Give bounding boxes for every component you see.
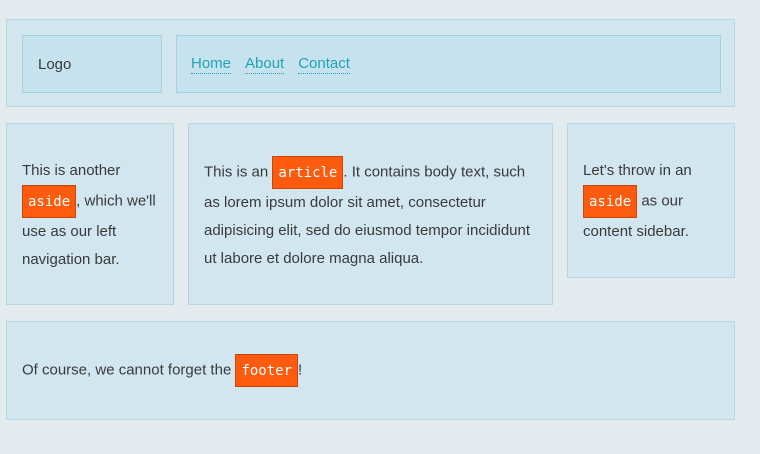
right-aside-panel: Let's throw in an aside as our content s…: [567, 123, 735, 278]
article-text-before: This is an: [204, 163, 273, 181]
right-aside-text-before: Let's throw in an: [583, 162, 692, 179]
right-aside-text: Let's throw in an aside as our content s…: [583, 157, 719, 246]
footer-text-before: Of course, we cannot forget the: [22, 361, 236, 379]
footer-text-after: !: [298, 361, 303, 379]
nav-link-contact[interactable]: Contact: [298, 55, 350, 74]
footer-tag-badge: footer: [235, 354, 299, 387]
article-text: This is an article. It contains body tex…: [204, 156, 537, 273]
site-header: Logo Home About Contact: [6, 19, 735, 107]
logo-text: Logo: [38, 55, 72, 73]
footer-text: Of course, we cannot forget the footer!: [22, 354, 302, 387]
aside-tag-badge: aside: [22, 185, 77, 218]
nav-link-home[interactable]: Home: [191, 55, 232, 74]
site-footer: Of course, we cannot forget the footer!: [6, 321, 735, 420]
left-aside-panel: This is another aside, which we'll use a…: [6, 123, 174, 305]
left-aside-text: This is another aside, which we'll use a…: [22, 157, 158, 274]
nav-link-about[interactable]: About: [245, 55, 285, 74]
left-aside-text-before: This is another: [22, 162, 121, 179]
aside-tag-badge-right: aside: [583, 185, 638, 218]
article-panel: This is an article. It contains body tex…: [188, 123, 553, 305]
nav-bar: Home About Contact: [176, 35, 721, 93]
logo-box: Logo: [22, 35, 162, 93]
article-tag-badge: article: [272, 156, 344, 189]
